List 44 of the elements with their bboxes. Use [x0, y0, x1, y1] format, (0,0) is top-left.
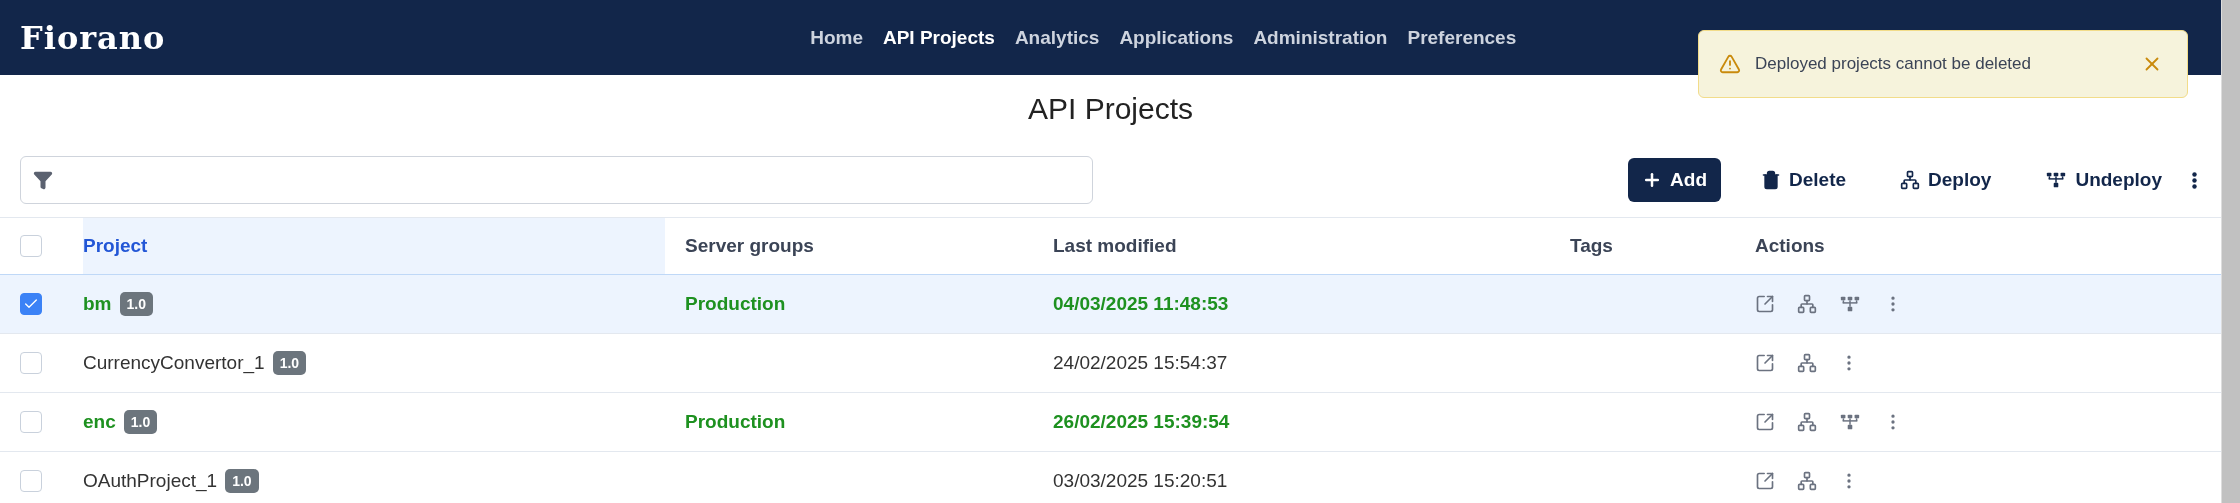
- nav-link[interactable]: Applications: [1119, 26, 1234, 49]
- nav-link[interactable]: Preferences: [1407, 26, 1517, 49]
- column-header[interactable]: Project: [83, 235, 148, 257]
- column-header[interactable]: Actions: [1755, 235, 1825, 257]
- last-modified: 24/02/2025 15:54:37: [1053, 352, 1228, 374]
- last-modified: 04/03/2025 11:48:53: [1053, 293, 1229, 315]
- version-badge: 1.0: [272, 351, 307, 375]
- deploy-button[interactable]: Deploy: [1886, 158, 2006, 202]
- server-group: Production: [685, 411, 786, 433]
- scrollbar[interactable]: [2221, 0, 2240, 503]
- project-name: OAuthProject_1: [83, 470, 218, 492]
- undeploy-button[interactable]: Undeploy: [2031, 158, 2176, 202]
- filter-icon: [33, 170, 53, 190]
- select-all-checkbox[interactable]: [20, 235, 42, 257]
- last-modified: 26/02/2025 15:39:54: [1053, 411, 1230, 433]
- project-name: CurrencyConvertor_1: [83, 352, 265, 374]
- delete-button[interactable]: Delete: [1747, 158, 1861, 202]
- row-checkbox[interactable]: [20, 411, 42, 433]
- logo: Fiorano: [20, 18, 166, 57]
- nav-link[interactable]: Analytics: [1014, 26, 1100, 49]
- filter-field[interactable]: [20, 156, 1093, 204]
- column-header[interactable]: Tags: [1570, 235, 1613, 257]
- column-header[interactable]: Last modified: [1053, 235, 1177, 257]
- nav-link[interactable]: Home: [810, 26, 863, 49]
- nav-link[interactable]: API Projects: [882, 26, 995, 49]
- last-modified: 03/03/2025 15:20:51: [1053, 470, 1228, 492]
- column-header[interactable]: Server groups: [685, 235, 814, 257]
- row-checkbox[interactable]: [20, 293, 42, 315]
- server-group: Production: [685, 293, 786, 315]
- version-badge: 1.0: [225, 469, 259, 493]
- toast-message: Deployed projects cannot be deleted: [1755, 54, 2032, 74]
- hierarchy-icon: [1900, 170, 1921, 190]
- more-icon: [2192, 171, 2197, 189]
- add-button[interactable]: Add: [1628, 158, 1722, 202]
- row-checkbox[interactable]: [20, 470, 42, 492]
- project-name: bm: [83, 293, 112, 315]
- trash-icon: [1761, 170, 1782, 190]
- version-badge: 1.0: [123, 410, 158, 434]
- project-name: enc: [83, 411, 116, 433]
- page-title: API Projects: [1026, 91, 1195, 127]
- warning-icon: [1719, 53, 1741, 75]
- row-checkbox[interactable]: [20, 352, 42, 374]
- version-badge: 1.0: [119, 292, 153, 316]
- nav-link[interactable]: Administration: [1253, 26, 1388, 49]
